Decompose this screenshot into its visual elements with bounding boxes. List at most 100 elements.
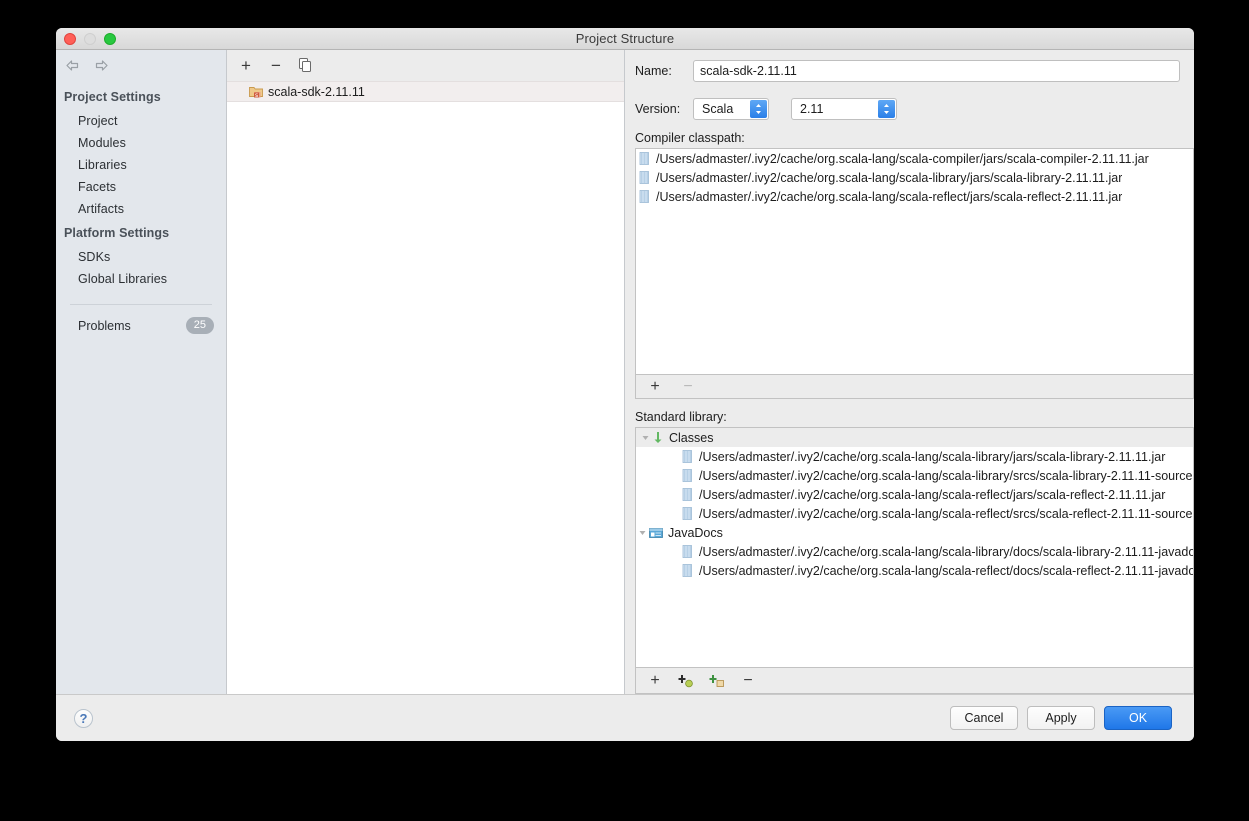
list-item-label: scala-sdk-2.11.11 [268,84,365,99]
jar-file-icon [639,152,650,165]
jar-file-icon [682,450,693,463]
remove-sdk-button[interactable]: − [267,57,285,75]
close-window-icon[interactable] [64,33,76,45]
compiler-classpath-toolbar: + − [635,375,1194,399]
standard-library-tree[interactable]: Classes /Users/admaster/.ivy2/cache/org.… [635,427,1194,668]
add-library-root-button[interactable]: + [646,672,664,690]
sidebar-group-project-settings: Project Settings [64,90,161,104]
version-number-select[interactable]: 2.11 [791,98,897,120]
tree-item-label: /Users/admaster/.ivy2/cache/org.scala-la… [699,449,1166,464]
scala-sdk-icon: s [249,85,263,98]
standard-library-label: Standard library: [635,410,727,424]
copy-icon[interactable] [297,57,315,75]
tree-item[interactable]: /Users/admaster/.ivy2/cache/org.scala-la… [636,504,1193,523]
list-item[interactable]: /Users/admaster/.ivy2/cache/org.scala-la… [636,187,1193,206]
tree-item[interactable]: /Users/admaster/.ivy2/cache/org.scala-la… [636,447,1193,466]
classes-green-arrow-icon [652,431,664,444]
name-label: Name: [635,64,672,78]
tree-item-label: /Users/admaster/.ivy2/cache/org.scala-la… [699,544,1194,559]
sidebar-item-problems[interactable]: Problems 25 [56,305,226,334]
name-input[interactable] [693,60,1180,82]
standard-library-toolbar: + − [635,668,1194,694]
version-label: Version: [635,102,681,116]
help-button[interactable]: ? [74,708,93,728]
stepper-up-down-icon[interactable] [750,100,767,118]
svg-text:s: s [255,92,258,98]
cancel-button[interactable]: Cancel [950,706,1018,730]
window-traffic-lights [64,33,116,45]
jar-file-icon [682,564,693,577]
arrow-left-icon[interactable] [64,58,81,73]
tree-item[interactable]: /Users/admaster/.ivy2/cache/org.scala-la… [636,542,1193,561]
tree-group-javadocs[interactable]: JavaDocs [636,523,1193,542]
problems-count-badge: 25 [185,317,214,334]
list-item[interactable]: s scala-sdk-2.11.11 [227,81,624,102]
list-item-label: /Users/admaster/.ivy2/cache/org.scala-la… [656,189,1123,204]
tree-item-label: /Users/admaster/.ivy2/cache/org.scala-la… [699,563,1194,578]
tree-item-label: /Users/admaster/.ivy2/cache/org.scala-la… [699,468,1194,483]
list-item-label: /Users/admaster/.ivy2/cache/org.scala-la… [656,170,1123,185]
settings-sidebar: Project Settings Project Modules Librari… [56,50,227,694]
version-number-value: 2.11 [800,102,824,116]
minimize-window-icon[interactable] [84,33,96,45]
add-classes-icon[interactable] [677,672,695,690]
version-row: Version: Scala 2.11 [635,98,1180,120]
remove-classpath-button[interactable]: − [679,378,697,396]
sidebar-nav-arrows [56,50,226,81]
tree-item-label: /Users/admaster/.ivy2/cache/org.scala-la… [699,506,1194,521]
apply-button[interactable]: Apply [1027,706,1095,730]
sidebar-group-platform-settings: Platform Settings [64,226,170,240]
add-javadocs-icon[interactable] [708,672,726,690]
name-row: Name: [635,60,1180,82]
sidebar-item-modules[interactable]: Modules [56,132,226,154]
sdk-form: Name: Version: Scala [625,50,1194,120]
window-titlebar: Project Structure [56,28,1194,50]
dialog-footer: ? Cancel Apply OK [56,694,1194,741]
tree-item[interactable]: /Users/admaster/.ivy2/cache/org.scala-la… [636,485,1193,504]
sidebar-sections: Project Settings Project Modules Librari… [56,81,226,334]
sidebar-item-libraries[interactable]: Libraries [56,154,226,176]
add-sdk-button[interactable]: + [237,57,255,75]
sdk-detail-pane: Name: Version: Scala [625,50,1194,694]
tree-item[interactable]: /Users/admaster/.ivy2/cache/org.scala-la… [636,466,1193,485]
version-language-select[interactable]: Scala [693,98,769,120]
tree-item[interactable]: /Users/admaster/.ivy2/cache/org.scala-la… [636,561,1193,580]
tree-group-classes[interactable]: Classes [636,428,1193,447]
list-item[interactable]: /Users/admaster/.ivy2/cache/org.scala-la… [636,168,1193,187]
compiler-classpath-label: Compiler classpath: [635,131,745,145]
stepper-up-down-icon[interactable] [878,100,895,118]
sdk-list-pane: + − s scala-sdk-2.11.11 [227,50,625,694]
list-item-label: /Users/admaster/.ivy2/cache/org.scala-la… [656,151,1149,166]
jar-file-icon [639,190,650,203]
project-structure-window: Project Structure Project Settings Proje… [56,28,1194,741]
tree-group-label: JavaDocs [668,525,723,540]
sidebar-item-project[interactable]: Project [56,110,226,132]
version-language-value: Scala [702,102,734,116]
sidebar-item-global-libraries[interactable]: Global Libraries [56,268,226,290]
sidebar-item-sdks[interactable]: SDKs [56,246,226,268]
jar-file-icon [682,488,693,501]
dialog-body: Project Settings Project Modules Librari… [56,50,1194,694]
jar-file-icon [682,507,693,520]
chevron-down-icon[interactable] [639,433,652,442]
jar-file-icon [639,171,650,184]
sidebar-item-problems-label: Problems [78,318,131,333]
ok-button[interactable]: OK [1104,706,1172,730]
chevron-down-icon[interactable] [636,528,649,537]
sdk-list[interactable]: s scala-sdk-2.11.11 [227,81,624,694]
tree-item-label: /Users/admaster/.ivy2/cache/org.scala-la… [699,487,1166,502]
add-classpath-button[interactable]: + [646,378,664,396]
sidebar-item-facets[interactable]: Facets [56,176,226,198]
remove-library-root-button[interactable]: − [739,672,757,690]
arrow-right-icon[interactable] [93,58,110,73]
window-title: Project Structure [575,31,675,46]
zoom-window-icon[interactable] [104,33,116,45]
tree-group-label: Classes [669,430,714,445]
jar-file-icon [682,545,693,558]
sidebar-item-artifacts[interactable]: Artifacts [56,198,226,220]
list-item[interactable]: /Users/admaster/.ivy2/cache/org.scala-la… [636,149,1193,168]
compiler-classpath-list[interactable]: /Users/admaster/.ivy2/cache/org.scala-la… [635,148,1194,375]
javadocs-book-icon [649,526,663,539]
jar-file-icon [682,469,693,482]
sdk-list-toolbar: + − [227,50,624,81]
